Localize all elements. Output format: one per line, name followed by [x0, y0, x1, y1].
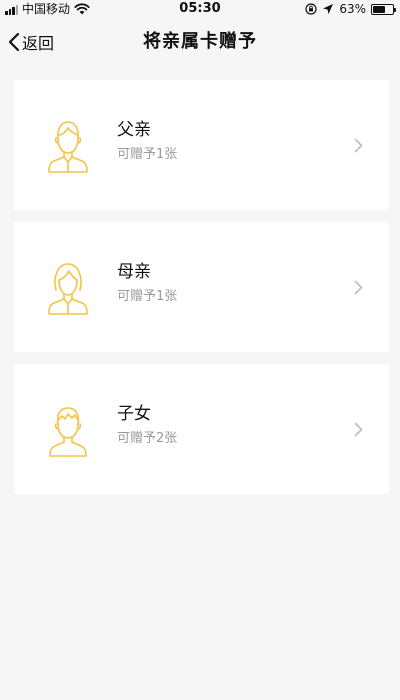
recipient-card-mother[interactable]: 母亲 可赠予1张: [14, 222, 389, 352]
recipient-title: 母亲: [117, 262, 151, 282]
status-right: 63%: [305, 1, 396, 17]
chevron-right-icon: [354, 422, 363, 437]
mother-avatar-icon: [48, 263, 88, 315]
father-avatar-icon: [48, 121, 88, 173]
child-avatar-icon: [49, 407, 87, 457]
recipient-title: 父亲: [117, 120, 151, 140]
status-bar: 中国移动 05:30 63%: [0, 0, 400, 18]
recipient-quota: 可赠予1张: [117, 289, 178, 304]
recipient-card-father[interactable]: 父亲 可赠予1张: [14, 80, 389, 210]
recipient-card-child[interactable]: 子女 可赠予2张: [14, 364, 389, 494]
chevron-right-icon: [354, 138, 363, 153]
recipient-quota: 可赠予2张: [117, 431, 178, 446]
battery-level-fill: [373, 5, 385, 13]
recipient-quota: 可赠予1张: [117, 147, 178, 162]
page-title: 将亲属卡赠予: [143, 31, 257, 52]
battery-percent: 63%: [339, 2, 366, 16]
location-arrow-icon: [323, 4, 334, 14]
chevron-right-icon: [354, 280, 363, 295]
rotation-lock-icon: [305, 3, 317, 15]
navigation-bar: 返回 将亲属卡赠予: [0, 18, 400, 64]
recipient-list: 父亲 可赠予1张 母亲 可赠予1张 子女 可赠予2张: [14, 80, 389, 506]
battery-icon: [371, 3, 396, 15]
recipient-title: 子女: [117, 404, 151, 424]
